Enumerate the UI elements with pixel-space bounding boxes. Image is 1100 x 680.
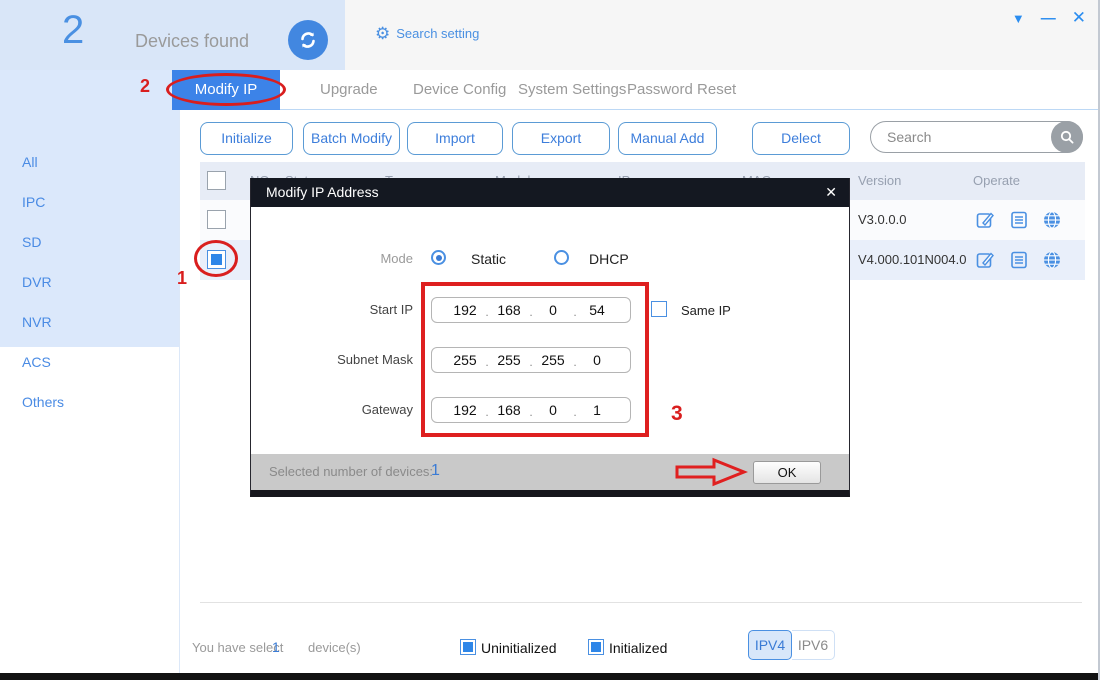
search-setting-label: Search setting xyxy=(396,26,480,41)
search-icon xyxy=(1060,130,1074,144)
row1-version: V3.0.0.0 xyxy=(858,212,907,227)
subnet-mask-label: Subnet Mask xyxy=(337,352,413,367)
ipv4-toggle[interactable]: IPV4 xyxy=(748,630,792,660)
static-radio[interactable] xyxy=(431,250,446,265)
ip-version-toggle: IPV4 IPV6 xyxy=(748,630,835,660)
tab-password-reset[interactable]: Password Reset xyxy=(627,70,736,110)
selected-count: 1 xyxy=(272,639,280,655)
dhcp-label: DHCP xyxy=(589,251,629,267)
initialized-checkbox[interactable] xyxy=(588,639,604,655)
static-label: Static xyxy=(471,251,507,267)
tab-bar: Modify IP Upgrade Device Config System S… xyxy=(172,70,1098,110)
ok-button[interactable]: OK xyxy=(753,461,821,484)
sidebar-item-sd[interactable]: SD xyxy=(22,234,142,250)
devices-label: device(s) xyxy=(308,640,361,655)
row1-checkbox[interactable] xyxy=(207,210,226,229)
export-button[interactable]: Export xyxy=(512,122,610,155)
dialog-footer: Selected number of devices: 1 OK xyxy=(251,454,849,490)
col-version: Version xyxy=(858,173,902,188)
window-controls: ▼ — ✕ xyxy=(1012,8,1086,28)
edit-icon[interactable] xyxy=(975,210,995,230)
annotation-step-2: 2 xyxy=(140,76,151,96)
close-icon[interactable]: ✕ xyxy=(1072,8,1086,28)
annotation-arrow-ok xyxy=(675,457,748,487)
edit-icon[interactable] xyxy=(975,250,995,270)
gear-icon: ⚙ xyxy=(375,24,391,43)
search-setting[interactable]: ⚙ Search setting xyxy=(375,25,479,42)
annotation-step-1: 1 xyxy=(177,268,188,288)
row2-version: V4.000.101N004.0 xyxy=(858,252,967,267)
annotation-step-3: 3 xyxy=(671,402,683,425)
details-icon[interactable] xyxy=(1009,250,1029,270)
batch-modify-ip-button[interactable]: Batch Modify IP xyxy=(303,122,400,177)
sidebar: All IPC SD DVR NVR ACS Others xyxy=(0,70,180,673)
initialized-label: Initialized xyxy=(609,640,668,656)
selected-devices-count: 1 xyxy=(431,462,440,479)
device-count: 2 xyxy=(62,8,85,52)
select-all-checkbox[interactable] xyxy=(207,171,226,190)
sidebar-item-nvr[interactable]: NVR xyxy=(22,314,142,330)
minimize-icon[interactable]: — xyxy=(1041,10,1056,27)
refresh-icon xyxy=(301,32,315,48)
tab-device-config[interactable]: Device Config xyxy=(413,70,506,110)
app-window: 2 Devices found ⚙ Search setting ▼ — ✕ A… xyxy=(0,0,1100,680)
modify-ip-dialog: Modify IP Address ✕ Mode Static DHCP Sta… xyxy=(250,178,850,497)
annotation-rect-fields xyxy=(421,282,649,437)
sidebar-item-ipc[interactable]: IPC xyxy=(22,194,142,210)
manual-add-button[interactable]: Manual Add xyxy=(618,122,717,155)
col-operate: Operate xyxy=(973,173,1020,188)
selected-devices-label: Selected number of devices: xyxy=(269,464,434,479)
devices-found-label: Devices found xyxy=(135,31,250,51)
initialize-button[interactable]: Initialize xyxy=(200,122,293,155)
annotation-ellipse-tab xyxy=(166,73,286,106)
start-ip-label: Start IP xyxy=(369,302,413,317)
dhcp-radio[interactable] xyxy=(554,250,569,265)
sidebar-item-acs[interactable]: ACS xyxy=(22,354,142,370)
gateway-label: Gateway xyxy=(361,402,413,417)
web-icon[interactable] xyxy=(1042,250,1062,270)
separator-line xyxy=(200,602,1082,603)
uninitialized-checkbox[interactable] xyxy=(460,639,476,655)
web-icon[interactable] xyxy=(1042,210,1062,230)
refresh-button[interactable] xyxy=(288,20,328,60)
window-bottom-border xyxy=(0,673,1098,680)
same-ip-label: Same IP xyxy=(681,303,731,318)
uninitialized-label: Uninitialized xyxy=(481,640,557,656)
tab-system-settings[interactable]: System Settings xyxy=(518,70,626,110)
dialog-title: Modify IP Address xyxy=(266,184,379,200)
delete-button[interactable]: Delect xyxy=(752,122,850,155)
search-box xyxy=(870,121,1083,153)
dropdown-icon[interactable]: ▼ xyxy=(1012,11,1025,26)
tab-upgrade[interactable]: Upgrade xyxy=(320,70,378,110)
import-button[interactable]: Import xyxy=(407,122,503,155)
you-have-select-label: You have select xyxy=(192,640,284,655)
annotation-circle-checkbox xyxy=(194,240,238,277)
dialog-title-bar: Modify IP Address ✕ xyxy=(251,178,849,207)
ipv6-toggle[interactable]: IPV6 xyxy=(792,630,835,660)
dialog-close-icon[interactable]: ✕ xyxy=(825,178,837,207)
sidebar-item-all[interactable]: All xyxy=(22,154,142,170)
search-button[interactable] xyxy=(1051,121,1083,153)
sidebar-item-others[interactable]: Others xyxy=(22,394,142,410)
same-ip-checkbox[interactable] xyxy=(651,301,667,317)
mode-label: Mode xyxy=(380,251,413,266)
details-icon[interactable] xyxy=(1009,210,1029,230)
sidebar-item-dvr[interactable]: DVR xyxy=(22,274,142,290)
